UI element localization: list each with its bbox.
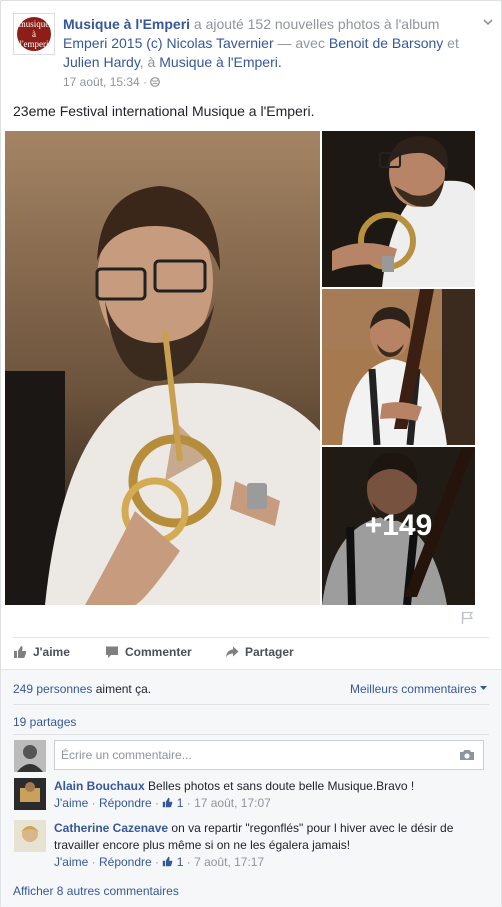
comment-reply-link[interactable]: Répondre <box>99 796 152 810</box>
chevron-down-icon <box>480 686 487 690</box>
likes-suffix: aiment ça. <box>95 682 152 696</box>
chevron-down-icon[interactable] <box>483 17 493 27</box>
comment-reply-link[interactable]: Répondre <box>99 855 152 869</box>
comment-placeholder: Écrire un commentaire... <box>61 748 192 762</box>
action-text: a ajouté 152 nouvelles photos à l'album <box>193 16 440 32</box>
comments-section: 249 personnes aiment ça. Meilleurs comme… <box>1 669 501 907</box>
sort-label: Meilleurs commentaires <box>349 682 477 696</box>
photo-main[interactable] <box>5 131 320 605</box>
timestamp-link[interactable]: 17 août, 15:34 <box>63 75 140 89</box>
comment-icon <box>106 646 118 658</box>
tag-link-2[interactable]: Julien Hardy <box>63 54 140 70</box>
page-logo: musique à l'emperi <box>17 17 51 51</box>
page-name-link[interactable]: Musique à l'Emperi <box>63 16 190 32</box>
divider <box>13 734 489 735</box>
comment-meta: J'aime · Répondre · 1 · 17 août, 17:07 <box>54 796 271 810</box>
with-text: — avec <box>277 35 325 51</box>
meta-separator: · <box>143 75 148 89</box>
comment-text: Belles photos et sans doute belle Musiqu… <box>148 779 415 793</box>
comment-time[interactable]: 17 août, 17:07 <box>194 796 271 810</box>
comment-meta: J'aime · Répondre · 1 · 7 août, 17:17 <box>54 855 265 869</box>
photo-3[interactable] <box>322 289 475 445</box>
like-button[interactable]: J'aime <box>13 645 70 659</box>
comment-author-link[interactable]: Catherine Cazenave <box>54 821 168 835</box>
thumbs-up-icon <box>163 856 173 867</box>
share-icon <box>226 646 239 658</box>
camera-icon[interactable] <box>459 749 475 761</box>
album-link[interactable]: Emperi 2015 (c) Nicolas Tavernier <box>63 35 274 51</box>
photo-4[interactable]: +149 <box>322 447 475 605</box>
photo-grid: +149 <box>5 131 475 605</box>
current-user-avatar[interactable] <box>14 740 46 772</box>
comment-1: Alain Bouchaux Belles photos et sans dou… <box>54 778 484 812</box>
post-status-text: 23eme Festival international Musique a l… <box>13 103 315 119</box>
post-headline: Musique à l'Emperi a ajouté 152 nouvelle… <box>63 15 473 92</box>
divider <box>13 704 489 705</box>
comment-2: Catherine Cazenave on va repartir "regon… <box>54 820 484 871</box>
page-avatar[interactable]: musique à l'emperi <box>13 13 55 55</box>
comment-like-link[interactable]: J'aime <box>54 855 88 869</box>
photo-2[interactable] <box>322 131 475 287</box>
commenter-avatar[interactable] <box>14 820 46 852</box>
share-button[interactable]: Partager <box>225 645 294 659</box>
comment-time[interactable]: 7 août, 17:17 <box>194 855 264 869</box>
thumbs-up-icon <box>163 797 173 808</box>
view-more-comments-link[interactable]: Afficher 8 autres commentaires <box>13 884 179 898</box>
likes-count-link[interactable]: 249 personnes <box>13 682 92 696</box>
sort-comments-dropdown[interactable]: Meilleurs commentaires <box>350 682 487 696</box>
and-text: et <box>447 35 459 51</box>
globe-icon <box>150 77 161 87</box>
shares-link[interactable]: 19 partages <box>13 715 76 729</box>
comment-like-link[interactable]: J'aime <box>54 796 88 810</box>
commenter-avatar[interactable] <box>14 778 46 810</box>
comment-like-count[interactable]: 1 <box>177 855 184 869</box>
comment-like-count[interactable]: 1 <box>177 796 184 810</box>
likes-summary: 249 personnes aiment ça. <box>13 682 151 696</box>
like-icon <box>14 646 27 658</box>
more-photos-overlay[interactable]: +149 <box>322 447 475 605</box>
tag-link-1[interactable]: Benoit de Barsony <box>329 35 443 51</box>
place-link[interactable]: Musique à l'Emperi. <box>159 54 282 70</box>
action-bar: J'aime Commenter Partager <box>13 637 489 668</box>
post-card: musique à l'emperi Musique à l'Emperi a a… <box>0 0 502 907</box>
comment-author-link[interactable]: Alain Bouchaux <box>54 779 145 793</box>
post-meta: 17 août, 15:34 · <box>63 73 473 92</box>
flag-icon[interactable] <box>461 611 473 625</box>
comment-input[interactable]: Écrire un commentaire... <box>54 740 484 770</box>
at-text: , à <box>139 54 156 70</box>
comment-button[interactable]: Commenter <box>105 645 192 659</box>
